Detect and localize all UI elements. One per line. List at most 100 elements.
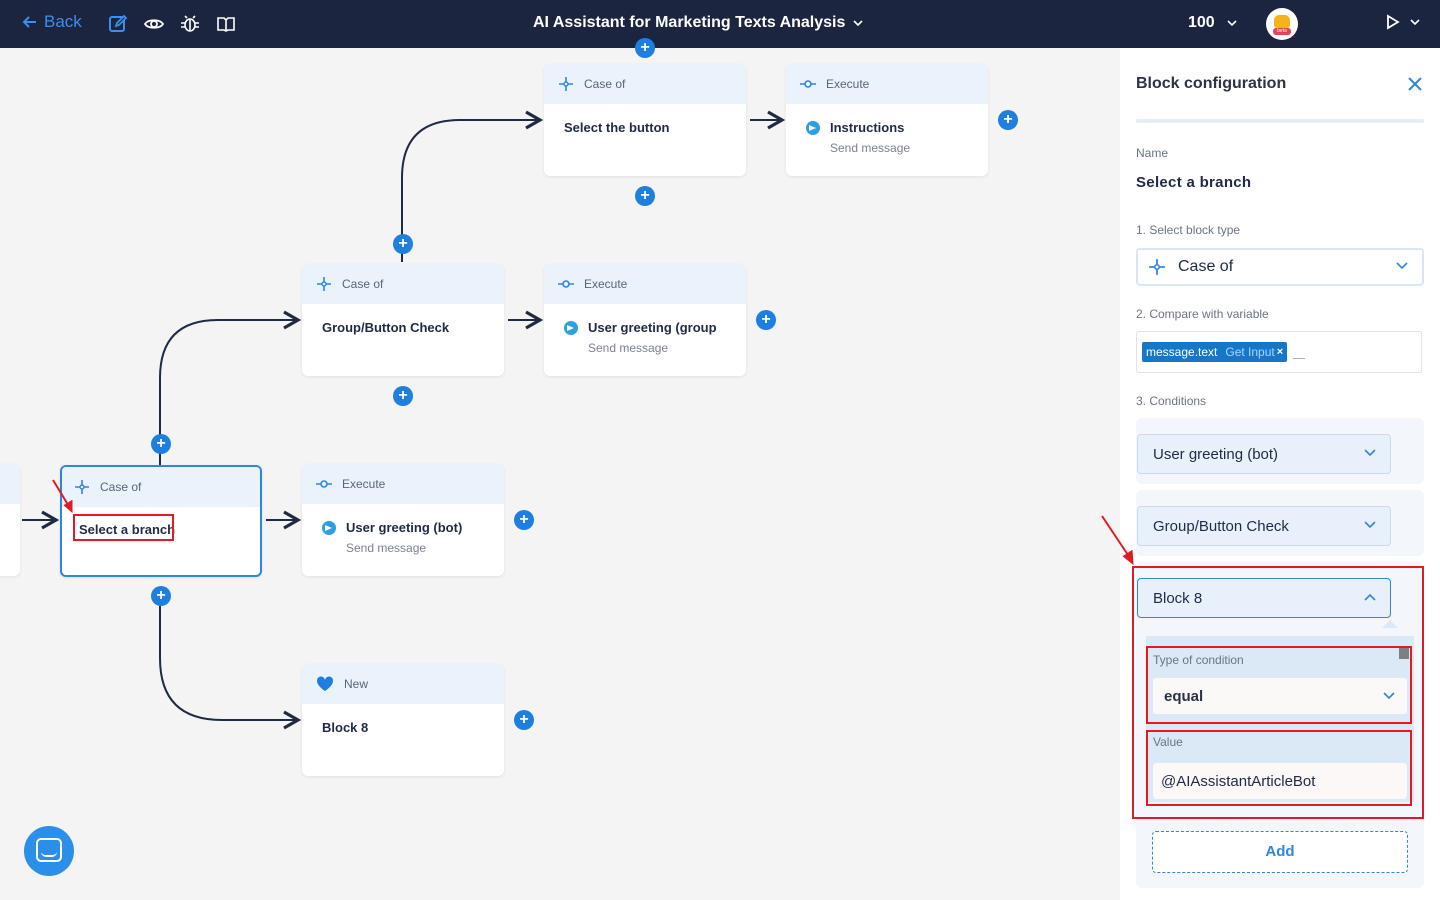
case-of-icon	[75, 480, 89, 494]
node-type-label: Case of	[100, 480, 142, 494]
annotation-highlight-box	[1146, 730, 1412, 806]
input-caret	[1293, 358, 1305, 359]
condition-select-group-button-check[interactable]: Group/Button Check	[1137, 506, 1391, 546]
node-title: Select the button	[564, 120, 670, 135]
case-of-icon	[1149, 259, 1165, 275]
node-type-label: New	[344, 677, 369, 691]
node-header: Case of	[302, 264, 504, 304]
add-block-button[interactable]: +	[514, 510, 534, 530]
chevron-down-icon	[1396, 262, 1408, 270]
execute-icon	[800, 80, 816, 88]
node-header: New	[302, 664, 504, 704]
annotation-highlight-box	[1146, 646, 1412, 724]
node-block-8[interactable]: New Block 8	[302, 664, 504, 776]
case-of-icon	[559, 77, 573, 91]
add-block-button[interactable]: +	[393, 234, 413, 254]
close-icon[interactable]	[1406, 75, 1424, 93]
node-user-greeting-group[interactable]: Execute User greeting (group Send message	[544, 264, 746, 376]
add-block-button[interactable]: +	[151, 434, 171, 454]
block-type-value: Case of	[1178, 258, 1234, 275]
node-select-the-button[interactable]: Case of Select the button	[544, 64, 746, 176]
node-header: Case of	[62, 467, 260, 507]
annotation-arrow-icon	[1101, 515, 1134, 566]
add-block-button[interactable]: +	[514, 710, 534, 730]
back-label: Back	[44, 12, 82, 31]
name-label: Name	[1136, 146, 1169, 160]
bug-icon[interactable]	[180, 14, 200, 34]
condition-label: User greeting (bot)	[1153, 445, 1279, 463]
node-header: Execute	[786, 64, 988, 104]
add-condition-button[interactable]: Add	[1152, 831, 1408, 873]
node-subtitle: Send message	[346, 541, 427, 555]
variable-input[interactable]: message.text Get Input ×	[1136, 331, 1422, 373]
chat-icon	[36, 838, 62, 862]
node-type-label: Execute	[826, 77, 870, 91]
chevron-down-icon	[853, 20, 863, 26]
zoom-value: 100	[1188, 14, 1215, 31]
node-title: Group/Button Check	[322, 320, 450, 335]
node-title: User greeting (bot)	[346, 520, 463, 535]
node-header: Execute	[544, 264, 746, 304]
node-user-greeting-bot[interactable]: Execute User greeting (bot) Send message	[302, 464, 504, 576]
node-type-label: Case of	[342, 277, 384, 291]
flow-canvas[interactable]: Case of Select the button Execute Instru…	[0, 38, 1120, 900]
execute-icon	[558, 280, 574, 288]
node-title: User greeting (group	[588, 320, 717, 335]
case-of-icon	[317, 277, 331, 291]
chevron-down-icon	[1410, 19, 1420, 25]
offscreen-node-header	[0, 464, 20, 504]
back-button[interactable]: Back	[22, 12, 82, 32]
node-type-label: Execute	[584, 277, 628, 291]
avatar-logo	[1274, 15, 1290, 28]
panel-title: Block configuration	[1136, 75, 1287, 92]
add-block-button[interactable]: +	[756, 310, 776, 330]
node-group-button-check[interactable]: Case of Group/Button Check	[302, 264, 504, 376]
node-type-label: Execute	[342, 477, 386, 491]
add-block-button[interactable]: +	[998, 110, 1018, 130]
condition-label: Group/Button Check	[1153, 517, 1289, 535]
node-type-label: Case of	[584, 77, 626, 91]
execute-icon	[316, 480, 332, 488]
node-subtitle: Send message	[588, 341, 669, 355]
variable-name: message.text	[1146, 345, 1218, 359]
arrow-left-icon	[22, 16, 36, 28]
node-header: Case of	[544, 64, 746, 104]
add-block-button[interactable]: +	[393, 386, 413, 406]
variable-source: Get Input	[1225, 345, 1275, 359]
annotation-arrow-icon	[52, 479, 73, 514]
chevron-down-icon	[1364, 521, 1376, 529]
run-dropdown[interactable]	[1386, 14, 1420, 30]
variable-chip[interactable]: message.text Get Input ×	[1142, 342, 1288, 362]
block-type-label: 1. Select block type	[1136, 223, 1241, 237]
block-type-select[interactable]: Case of	[1136, 248, 1424, 286]
avatar[interactable]: beta	[1266, 8, 1298, 40]
chat-smile-icon	[41, 852, 57, 857]
chevron-down-icon	[1227, 20, 1237, 26]
chat-support-button[interactable]	[24, 826, 74, 876]
compare-variable-label: 2. Compare with variable	[1136, 307, 1269, 321]
chevron-down-icon	[1364, 449, 1376, 457]
node-instructions[interactable]: Execute Instructions Send message	[786, 64, 988, 176]
block-name[interactable]: Select a branch	[1136, 174, 1251, 191]
flow-title-dropdown[interactable]: AI Assistant for Marketing Texts Analysi…	[533, 14, 863, 32]
annotation-highlight-box	[73, 514, 174, 541]
block-configuration-panel: Block configuration Name Select a branch…	[1120, 48, 1440, 900]
heart-icon	[316, 676, 334, 691]
zoom-dropdown[interactable]: 100	[1188, 14, 1237, 32]
remove-chip-icon[interactable]: ×	[1277, 346, 1283, 358]
telegram-icon	[322, 521, 336, 535]
add-block-button[interactable]: +	[635, 38, 655, 58]
add-block-button[interactable]: +	[151, 586, 171, 606]
node-header: Execute	[302, 464, 504, 504]
panel-divider	[1136, 119, 1424, 123]
edit-icon[interactable]	[108, 14, 128, 34]
add-block-button[interactable]: +	[635, 186, 655, 206]
telegram-icon	[806, 121, 820, 135]
eye-icon[interactable]	[144, 14, 164, 34]
offscreen-node[interactable]	[0, 464, 20, 576]
node-title: Instructions	[830, 120, 905, 135]
book-icon[interactable]	[216, 14, 236, 34]
flow-title: AI Assistant for Marketing Texts Analysi…	[533, 14, 846, 31]
condition-select-user-greeting-bot[interactable]: User greeting (bot)	[1137, 434, 1391, 474]
top-bar: Back AI Assistant for Marketing Texts An…	[0, 0, 1440, 48]
